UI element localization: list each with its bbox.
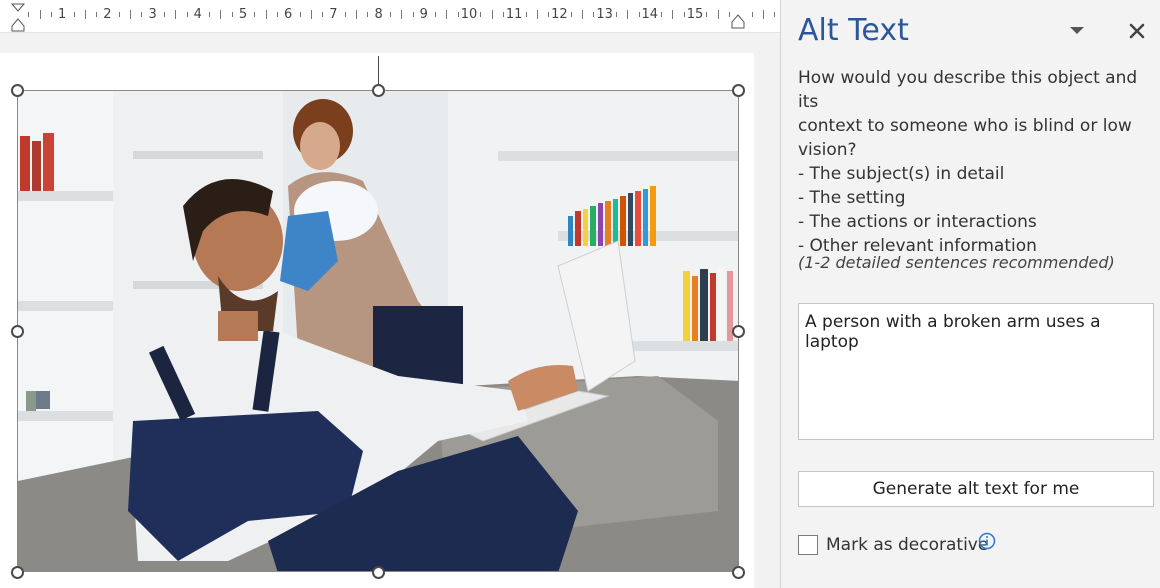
info-icon[interactable] <box>978 532 996 550</box>
ruler-tick <box>84 10 86 19</box>
description-line: - The subject(s) in detail <box>798 164 1005 184</box>
ruler-tick <box>525 12 527 17</box>
horizontal-ruler[interactable]: 1 2 3 4 5 6 7 8 9 10 11 12 13 14 15 <box>0 0 780 33</box>
indent-marker-icon[interactable] <box>10 2 26 32</box>
resize-handle-middle-left[interactable] <box>11 325 24 338</box>
ruler-tick <box>118 12 120 17</box>
right-indent-marker-icon[interactable] <box>730 14 746 30</box>
ruler-number: 7 <box>329 7 338 22</box>
photo-illustration <box>18 91 738 571</box>
ruler-number: 11 <box>505 7 523 22</box>
ruler-number: 15 <box>686 7 704 22</box>
ruler-tick <box>480 12 482 17</box>
description-line: vision? <box>798 140 857 160</box>
description-line: context to someone who is blind or low <box>798 116 1132 136</box>
ruler-number: 14 <box>641 7 659 22</box>
ruler-tick <box>265 10 267 19</box>
ruler-tick <box>762 10 764 19</box>
ruler-tick <box>728 12 730 17</box>
ruler-tick <box>706 12 708 17</box>
description-line: - The actions or interactions <box>798 212 1037 232</box>
chevron-down-icon[interactable] <box>1069 26 1085 36</box>
ruler-number: 10 <box>460 7 478 22</box>
ruler-tick <box>367 12 369 17</box>
ruler-tick <box>322 12 324 17</box>
ruler-tick <box>457 12 459 17</box>
ruler-tick <box>774 12 776 17</box>
resize-handle-top-right[interactable] <box>732 84 745 97</box>
ruler-number: 8 <box>374 7 383 22</box>
ruler-tick <box>344 12 346 17</box>
description-line: How would you describe this object and i… <box>798 68 1138 112</box>
ruler-number: 2 <box>103 7 112 22</box>
ruler-tick <box>39 10 41 19</box>
alt-text-input[interactable] <box>798 303 1154 440</box>
ruler-tick <box>130 10 131 19</box>
ruler-tick <box>389 12 391 17</box>
ruler-tick <box>28 12 30 17</box>
resize-handle-bottom-left[interactable] <box>11 566 24 579</box>
ruler-tick <box>683 12 685 17</box>
ruler-tick <box>446 10 448 19</box>
ruler-tick <box>593 12 595 17</box>
document-area: 1 2 3 4 5 6 7 8 9 10 11 12 13 14 15 <box>0 0 780 588</box>
ruler-number: 13 <box>596 7 613 22</box>
ruler-tick <box>299 12 301 17</box>
ruler-tick <box>186 12 188 17</box>
ruler-tick <box>615 12 617 17</box>
resize-handle-middle-right[interactable] <box>732 325 745 338</box>
mark-decorative-label: Mark as decorative <box>826 535 989 555</box>
ruler-tick <box>627 10 629 19</box>
close-icon[interactable] <box>1128 22 1146 40</box>
ruler-tick <box>638 12 640 17</box>
ruler-number: 4 <box>193 7 202 22</box>
ruler-tick <box>310 10 312 19</box>
ruler-tick <box>717 10 719 19</box>
ruler-tick <box>231 12 233 17</box>
ruler-tick <box>412 12 414 17</box>
ruler-tick <box>582 10 583 19</box>
ruler-tick <box>491 10 493 19</box>
ruler-tick <box>570 12 572 17</box>
resize-handle-bottom-right[interactable] <box>732 566 745 579</box>
ruler-number: 1 <box>58 7 67 22</box>
resize-handle-top-left[interactable] <box>11 84 24 97</box>
ruler-tick <box>548 12 550 17</box>
ruler-tick <box>209 12 211 17</box>
ruler-tick <box>50 12 52 17</box>
alt-text-pane: Alt Text How would you describe this obj… <box>780 0 1160 588</box>
generate-alt-text-button[interactable]: Generate alt text for me <box>798 471 1154 507</box>
ruler-number: 12 <box>551 7 568 22</box>
ruler-tick <box>175 10 177 19</box>
ruler-tick <box>672 10 674 19</box>
ruler-tick <box>96 12 98 17</box>
ruler-tick <box>536 10 538 19</box>
ruler-number: 5 <box>238 7 248 22</box>
resize-handle-top-center[interactable] <box>372 84 385 97</box>
ruler-tick <box>356 10 357 19</box>
ruler-tick <box>502 12 504 17</box>
ruler-number: 9 <box>419 7 428 22</box>
ruler-tick <box>276 12 278 17</box>
ruler-tick <box>401 10 403 19</box>
ruler-tick <box>751 12 753 17</box>
ruler-tick <box>220 10 222 19</box>
ruler-number: 3 <box>148 7 157 22</box>
ruler-tick <box>435 12 437 17</box>
pane-description: How would you describe this object and i… <box>798 66 1148 258</box>
ruler-tick <box>254 12 256 17</box>
ruler-tick <box>661 12 663 17</box>
mark-decorative-checkbox[interactable] <box>798 535 818 555</box>
selected-image[interactable] <box>17 90 739 572</box>
ruler-tick <box>141 12 143 17</box>
ruler-tick <box>163 12 165 17</box>
sentence-hint: (1-2 detailed sentences recommended) <box>798 253 1115 272</box>
ruler-tick <box>73 12 75 17</box>
resize-handle-bottom-center[interactable] <box>372 566 385 579</box>
description-line: - The setting <box>798 188 906 208</box>
pane-title: Alt Text <box>798 13 909 48</box>
ruler-number: 6 <box>284 7 293 22</box>
